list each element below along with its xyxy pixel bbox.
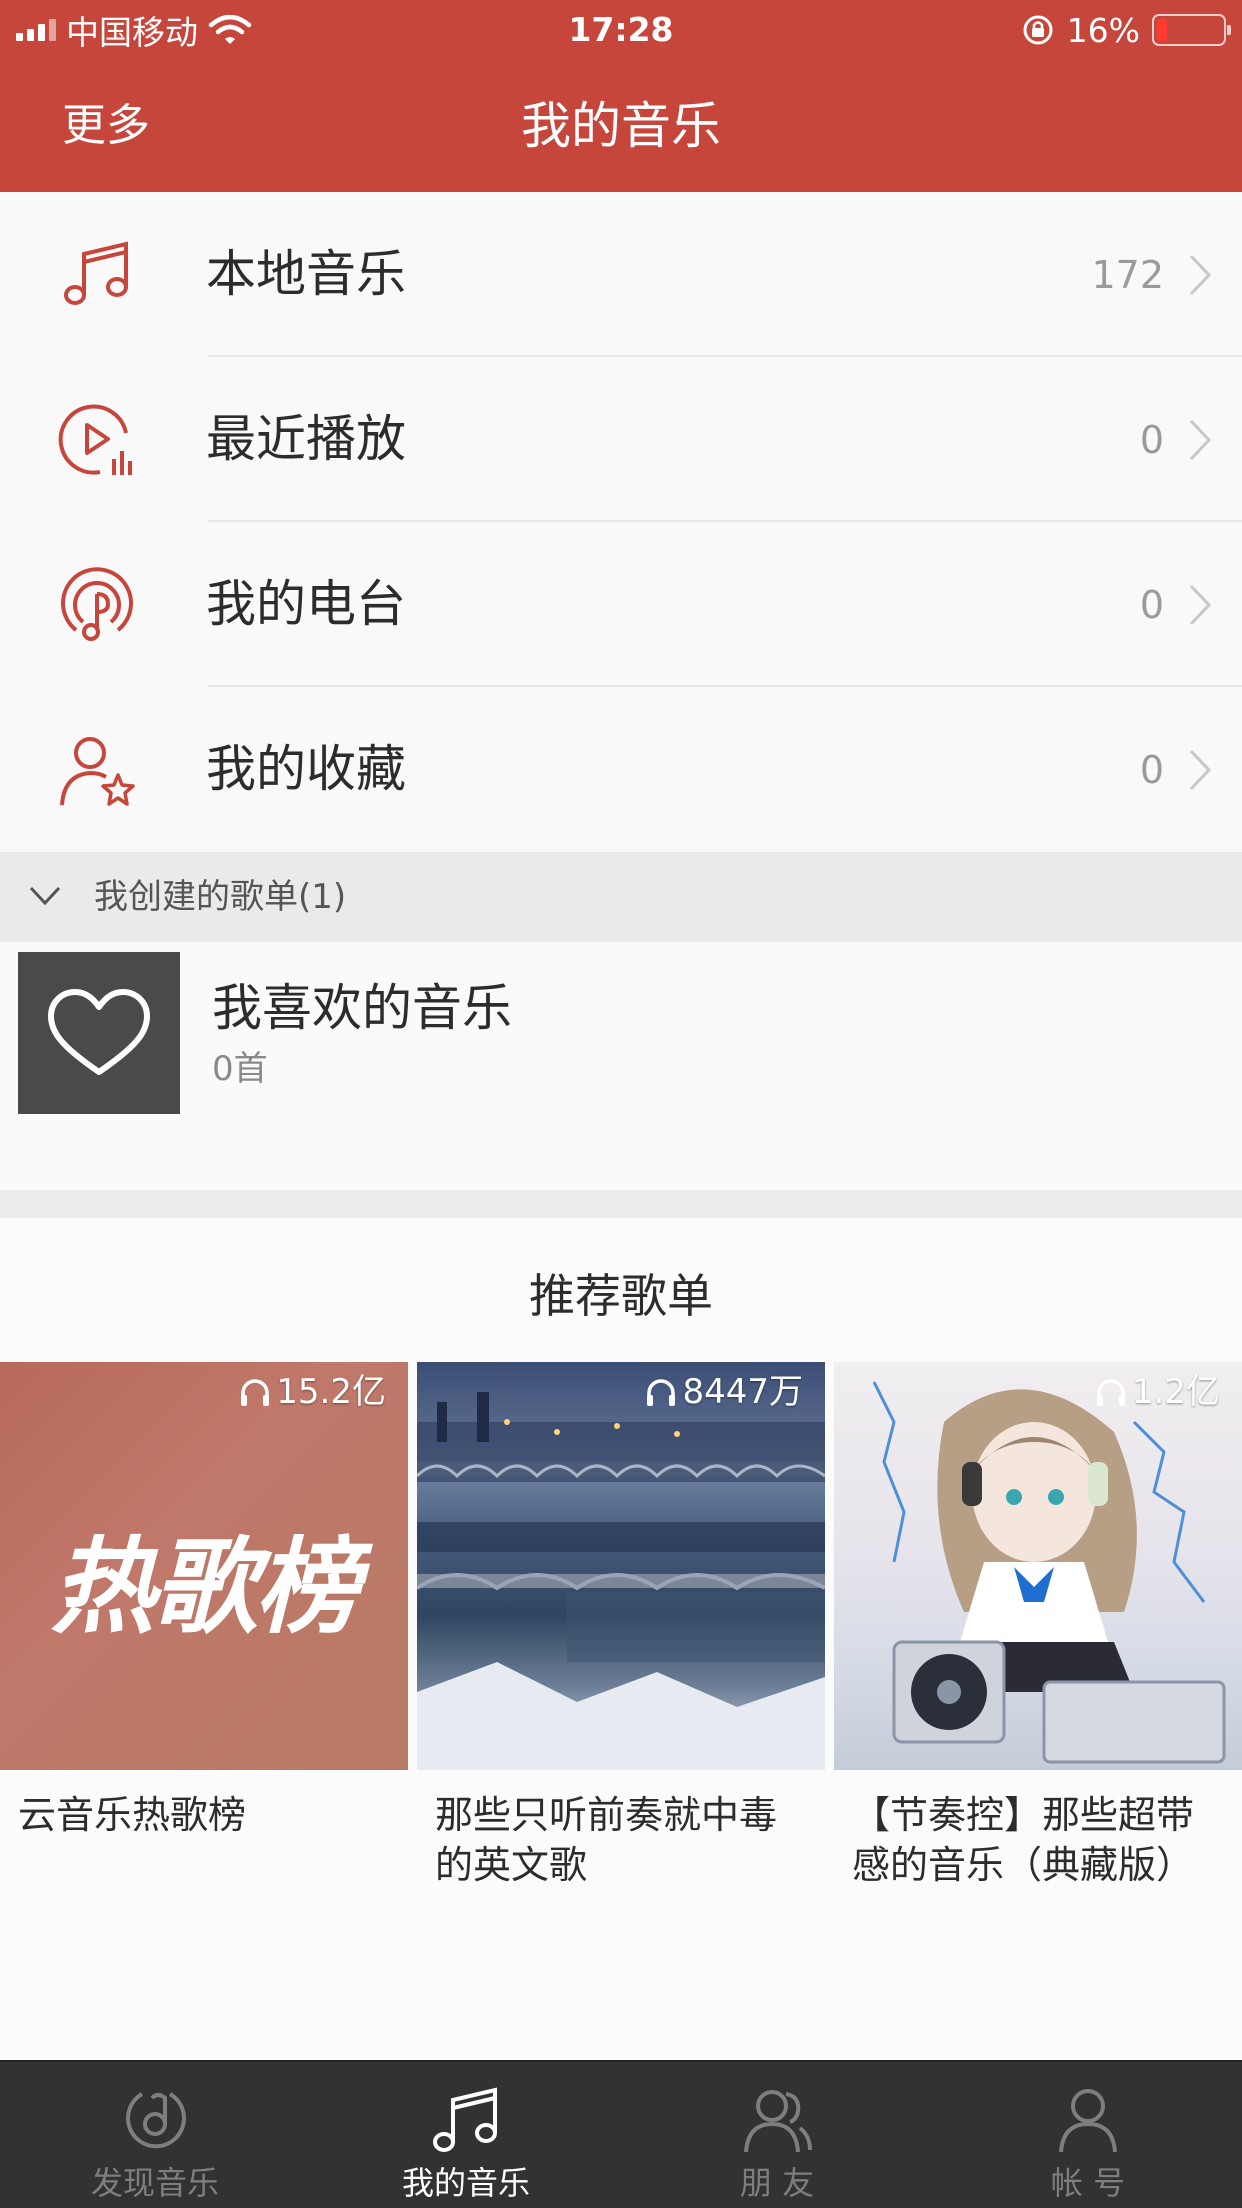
menu-label: 本地音乐 — [206, 245, 406, 303]
favorite-user-star-icon — [60, 737, 135, 806]
chevron-right-icon — [1189, 749, 1212, 791]
headphones-icon — [241, 1379, 270, 1406]
tab-my-music[interactable]: 我的音乐 — [311, 2062, 621, 2208]
menu-label: 我的电台 — [206, 575, 406, 633]
playlist-song-count: 0首 — [212, 1049, 268, 1089]
tab-bar: 发现音乐 我的音乐 朋 友 帐 号 — [0, 2060, 1242, 2208]
battery-icon — [1152, 14, 1231, 46]
recent-play-icon — [58, 404, 132, 475]
tab-discover-music[interactable]: 发现音乐 — [0, 2062, 310, 2208]
friends-icon — [744, 2090, 812, 2153]
page-title: 我的音乐 — [521, 97, 721, 155]
chevron-right-icon — [1189, 419, 1212, 461]
tab-friends[interactable]: 朋 友 — [622, 2062, 932, 2208]
headphones-icon — [647, 1379, 676, 1406]
created-playlists-header[interactable]: 我创建的歌单(1) — [0, 852, 1242, 942]
top-bar: 中国移动 17:28 16% 更多 我的音乐 — [0, 0, 1242, 192]
account-icon — [1059, 2089, 1117, 2153]
recommend-title: 推荐歌单 — [529, 1269, 713, 1323]
menu-label: 最近播放 — [206, 410, 406, 468]
menu-item-local-music[interactable]: 本地音乐 172 — [0, 192, 1242, 357]
playlist-name: 我喜欢的音乐 — [212, 979, 512, 1037]
chevron-down-icon — [29, 886, 61, 906]
menu-item-my-radio[interactable]: 我的电台 0 — [0, 522, 1242, 687]
section-title: 我创建的歌单(1) — [94, 877, 347, 917]
recommend-card[interactable]: 8447万 那些只听前奏就中毒的英文歌 — [417, 1362, 825, 1890]
play-count: 8447万 — [644, 1370, 803, 1414]
status-right: 16% — [1021, 8, 1231, 52]
recommend-cover-image: 1.2亿 — [834, 1362, 1242, 1770]
rotation-lock-icon — [1023, 15, 1053, 45]
recommend-cover-image: 8447万 — [417, 1362, 825, 1770]
play-count: 15.2亿 — [238, 1370, 386, 1414]
music-note-icon — [433, 2087, 497, 2152]
recommend-name: 云音乐热歌榜 — [18, 1793, 247, 1837]
tab-label: 朋 友 — [739, 2164, 815, 2202]
play-count-text: 8447万 — [682, 1372, 803, 1412]
menu-count: 0 — [1139, 583, 1164, 627]
headphones-icon — [1096, 1379, 1125, 1406]
section-gap — [0, 1190, 1242, 1218]
playlist-item-liked-music[interactable]: 我喜欢的音乐 0首 — [0, 942, 1242, 1190]
recommend-cover-image: 热歌榜 15.2亿 — [0, 1362, 408, 1770]
anime-dj-illustration — [872, 1381, 1226, 1764]
recommend-name: 那些只听前奏就中毒的英文歌 — [435, 1793, 778, 1887]
recommend-card[interactable]: 热歌榜 15.2亿 云音乐热歌榜 — [0, 1362, 408, 1840]
discover-music-icon — [126, 2092, 186, 2149]
music-note-icon — [64, 241, 128, 305]
tab-account[interactable]: 帐 号 — [933, 2062, 1242, 2208]
status-bar: 中国移动 17:28 16% — [0, 0, 1242, 60]
tab-label: 帐 号 — [1050, 2164, 1126, 2202]
chevron-right-icon — [1189, 584, 1212, 626]
recommend-name: 【节奏控】那些超带感的音乐（典藏版） — [852, 1793, 1195, 1887]
menu-count: 0 — [1139, 748, 1164, 792]
play-count-text: 1.2亿 — [1131, 1372, 1220, 1412]
my-music-menu: 本地音乐 172 最近播放 0 我的电台 0 我的收藏 0 — [0, 192, 1242, 852]
tab-label: 发现音乐 — [90, 2164, 219, 2202]
chevron-right-icon — [1189, 254, 1212, 296]
tab-label: 我的音乐 — [401, 2164, 530, 2202]
cover-text: 热歌榜 — [50, 1526, 359, 1648]
recommended-playlists: 推荐歌单 热歌榜 15.2亿 云音乐热歌榜 8447万 那些只听前奏就中毒的英文… — [0, 1218, 1242, 2060]
menu-label: 我的收藏 — [206, 740, 406, 798]
menu-count: 172 — [1091, 253, 1164, 297]
battery-fill — [1157, 19, 1167, 41]
battery-percent: 16% — [1066, 10, 1140, 50]
play-count: 1.2亿 — [1094, 1370, 1220, 1414]
city-bridge-illustration — [417, 1392, 825, 1770]
play-count-text: 15.2亿 — [276, 1372, 386, 1412]
radio-icon — [61, 567, 133, 641]
menu-item-my-favorites[interactable]: 我的收藏 0 — [0, 687, 1242, 852]
playlist-cover — [18, 952, 180, 1114]
menu-item-recent-play[interactable]: 最近播放 0 — [0, 357, 1242, 522]
recommend-card[interactable]: 1.2亿 【节奏控】那些超带感的音乐（典藏版） — [834, 1362, 1242, 1890]
menu-count: 0 — [1139, 418, 1164, 462]
heart-icon — [48, 989, 150, 1075]
